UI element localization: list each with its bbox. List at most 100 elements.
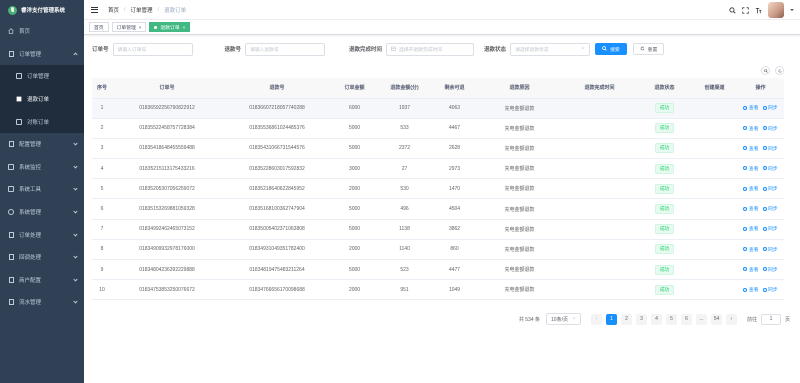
- view-button[interactable]: 查看: [743, 125, 759, 132]
- sync-button[interactable]: 同步: [762, 205, 778, 212]
- breadcrumb-separator: /: [157, 6, 160, 13]
- sidebar-item-tools[interactable]: 系统工具: [0, 178, 84, 201]
- sync-button[interactable]: 同步: [762, 185, 778, 192]
- sidebar-item-merchant[interactable]: 商户配置: [0, 269, 84, 292]
- table-cell-amount: 5000: [332, 259, 377, 281]
- view-button[interactable]: 查看: [743, 104, 759, 111]
- sync-button[interactable]: 同步: [762, 104, 778, 112]
- sidebar-item-label: 系统管理: [19, 210, 42, 217]
- page-button[interactable]: 3: [635, 313, 647, 325]
- sidebar-item-system[interactable]: 系统管理: [0, 201, 84, 224]
- table-cell-actions: 查看 同步: [737, 178, 784, 200]
- table-cell-refund-no: 01834931049351782400: [222, 239, 332, 261]
- sidebar-item-flow[interactable]: 流水管理: [0, 291, 84, 314]
- sync-button[interactable]: 同步: [762, 225, 778, 232]
- table-cell-refund-no: 01834819475483211264: [222, 259, 332, 281]
- table-cell-status: 成功: [637, 219, 692, 240]
- table-cell-order-no: 01835205307056259072: [112, 178, 222, 200]
- table-cell-status: 成功: [637, 98, 692, 119]
- sync-button[interactable]: 同步: [762, 266, 778, 273]
- page-button[interactable]: 54: [710, 313, 722, 325]
- refund-table: 序号 订单号 退款号 订单金额 退款金额(分) 剩余可退 退款原因 退款完成时间…: [92, 78, 784, 301]
- reconcile-icon: [16, 118, 22, 125]
- table-cell-order-no: 01834909932978176000: [112, 239, 222, 261]
- search-icon[interactable]: [729, 6, 736, 14]
- goto-page-input[interactable]: 1: [760, 313, 781, 325]
- page-button[interactable]: 4: [650, 313, 662, 325]
- view-button[interactable]: 查看: [743, 145, 759, 152]
- sync-icon: [762, 287, 767, 292]
- sync-button[interactable]: 同步: [762, 286, 778, 293]
- view-button[interactable]: 查看: [743, 225, 759, 232]
- reset-button[interactable]: 重置: [632, 43, 665, 55]
- hamburger-icon[interactable]: [91, 6, 98, 13]
- table-cell-amount: 5000: [332, 118, 377, 139]
- tag-refund-order[interactable]: 退款订单 ×: [149, 22, 191, 32]
- next-page-button[interactable]: ›: [725, 313, 737, 325]
- sidebar-subitem-reconcile-order[interactable]: 对账订单: [0, 110, 84, 133]
- sidebar-item-order-process[interactable]: 订单处理: [0, 223, 84, 246]
- breadcrumb-order[interactable]: 订单管理: [131, 6, 153, 14]
- refund-time-picker[interactable]: 选择开退款完成时间: [386, 42, 475, 56]
- table-cell-status: 成功: [637, 279, 692, 301]
- view-button[interactable]: 查看: [743, 205, 759, 212]
- view-button[interactable]: 查看: [743, 286, 759, 293]
- caret-down-icon[interactable]: [790, 9, 794, 11]
- toggle-search-icon[interactable]: [761, 66, 770, 75]
- table-cell-idx: 1: [92, 98, 112, 119]
- close-icon[interactable]: ×: [183, 25, 186, 30]
- prev-page-button[interactable]: ‹: [590, 313, 602, 325]
- page-ellipsis[interactable]: ...: [695, 313, 707, 325]
- table-cell-amount: 6000: [332, 98, 377, 119]
- table-cell-time: [562, 259, 637, 281]
- order-no-label: 订单号: [92, 47, 109, 53]
- sync-button[interactable]: 同步: [762, 125, 778, 132]
- sync-icon: [762, 226, 767, 231]
- view-button[interactable]: 查看: [743, 185, 759, 192]
- status-badge: 成功: [655, 204, 674, 215]
- sync-label: 同步: [768, 106, 778, 112]
- view-button[interactable]: 查看: [743, 246, 759, 253]
- breadcrumb-current: 退款订单: [164, 7, 187, 14]
- page-button[interactable]: 2: [620, 313, 632, 325]
- sync-button[interactable]: 同步: [762, 145, 778, 152]
- table-row: 8 01834909932978176000 0183493104935178240…: [92, 239, 784, 261]
- tag-order-management[interactable]: 订单管理 ×: [111, 22, 147, 32]
- table-cell-refund: 1138: [377, 219, 432, 240]
- page-size-select[interactable]: 10条/页: [546, 313, 581, 325]
- breadcrumb-home[interactable]: 首页: [108, 6, 119, 14]
- tag-home[interactable]: 首页: [89, 22, 109, 32]
- sidebar-subitem-order-management[interactable]: 订单管理: [0, 65, 84, 88]
- table-cell-reason: 充电金额退款: [477, 219, 562, 240]
- table-row: 9 01834804236392229888 0183481947548321126…: [92, 259, 784, 281]
- pagination-total: 共 534 条: [518, 316, 541, 323]
- page-button[interactable]: 5: [665, 313, 677, 325]
- refresh-icon[interactable]: [775, 66, 784, 75]
- sidebar-item-home[interactable]: 首页: [0, 20, 84, 43]
- search-button[interactable]: 搜索: [595, 43, 627, 55]
- refund-no-input[interactable]: 请输入退款号: [245, 42, 326, 56]
- sidebar-subitem-refund-order[interactable]: 退款订单: [0, 88, 84, 111]
- page-button[interactable]: 1: [605, 313, 617, 325]
- font-size-icon[interactable]: [755, 7, 762, 14]
- sync-icon: [762, 206, 767, 211]
- app-title: 睿洋支付管理系统: [21, 8, 66, 14]
- order-no-input[interactable]: 请输入订单号: [112, 42, 193, 56]
- order-no-placeholder: 请输入订单号: [117, 47, 147, 53]
- settings-icon: [8, 209, 14, 216]
- view-button[interactable]: 查看: [743, 165, 759, 172]
- sidebar-item-monitor[interactable]: 系统监控: [0, 156, 84, 179]
- status-badge: 成功: [655, 163, 674, 174]
- sidebar-item-order-management[interactable]: 订单管理: [0, 43, 84, 66]
- sync-button[interactable]: 同步: [762, 165, 778, 172]
- sidebar-item-callback[interactable]: 回调处理: [0, 246, 84, 269]
- fullscreen-icon[interactable]: [742, 6, 749, 14]
- page-button[interactable]: 6: [680, 313, 692, 325]
- avatar[interactable]: [768, 2, 784, 18]
- table-cell-actions: 查看 同步: [737, 279, 784, 301]
- sidebar-item-config[interactable]: 配置管理: [0, 133, 84, 156]
- close-icon[interactable]: ×: [139, 25, 142, 30]
- refund-status-select[interactable]: 请选择退款状态: [510, 42, 591, 56]
- sync-button[interactable]: 同步: [762, 246, 778, 253]
- view-button[interactable]: 查看: [743, 266, 759, 273]
